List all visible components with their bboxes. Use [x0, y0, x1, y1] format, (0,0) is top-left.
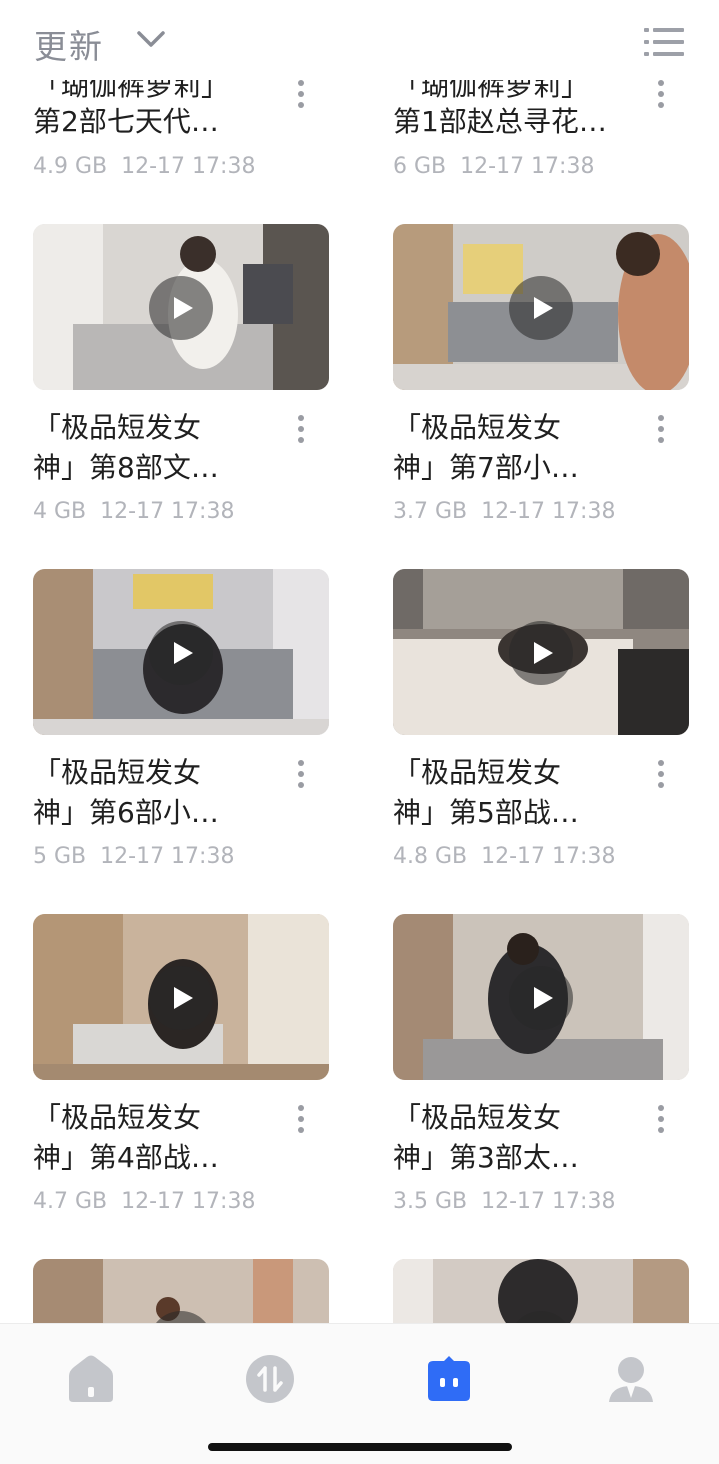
files-icon[interactable] — [424, 1354, 474, 1404]
video-thumbnail[interactable] — [33, 569, 329, 735]
file-time: 12-17 17:38 — [460, 154, 595, 179]
video-meta: 4.8 GB 12-17 17:38 — [393, 844, 615, 869]
more-icon[interactable] — [655, 760, 667, 794]
file-size: 5 GB — [33, 844, 87, 869]
more-icon[interactable] — [295, 760, 307, 794]
more-icon[interactable] — [655, 80, 667, 114]
file-time: 12-17 17:38 — [121, 154, 256, 179]
video-title-line2: 神」第8部文… — [33, 451, 219, 484]
video-title-line1: 「极品短发女 — [393, 411, 562, 444]
video-title-line2: 神」第7部小… — [393, 451, 579, 484]
more-icon[interactable] — [655, 1105, 667, 1139]
file-size: 4.7 GB — [33, 1189, 108, 1214]
file-size: 4 GB — [33, 499, 87, 524]
transfer-icon[interactable] — [245, 1354, 295, 1404]
play-icon[interactable] — [149, 276, 213, 340]
play-icon[interactable] — [509, 276, 573, 340]
file-time: 12-17 17:38 — [100, 499, 235, 524]
file-size: 4.8 GB — [393, 844, 468, 869]
top-bar: 更新 — [0, 0, 719, 80]
more-icon[interactable] — [295, 80, 307, 114]
video-meta: 6 GB 12-17 17:38 — [393, 154, 594, 179]
video-title-line1: 「极品短发女 — [33, 756, 202, 789]
video-grid[interactable]: 「瑚伽裤萝莉」 第2部七天代… 4.9 GB 12-17 17:38 「瑚伽裤萝莉… — [0, 0, 719, 1323]
video-title-line1: 「极品短发女 — [393, 756, 562, 789]
video-meta: 5 GB 12-17 17:38 — [33, 844, 234, 869]
sort-selector-label[interactable]: 更新 — [34, 20, 104, 68]
file-time: 12-17 17:38 — [100, 844, 235, 869]
video-title-line2: 神」第4部战… — [33, 1141, 219, 1174]
file-time: 12-17 17:38 — [481, 499, 616, 524]
video-meta: 4.9 GB 12-17 17:38 — [33, 154, 255, 179]
video-thumbnail[interactable] — [33, 1259, 329, 1323]
video-thumbnail[interactable] — [393, 569, 689, 735]
file-size: 3.5 GB — [393, 1189, 468, 1214]
home-icon[interactable] — [66, 1354, 116, 1404]
video-title-line2: 神」第5部战… — [393, 796, 579, 829]
more-icon[interactable] — [655, 415, 667, 449]
video-title-line2: 神」第6部小… — [33, 796, 219, 829]
video-meta: 4 GB 12-17 17:38 — [33, 499, 234, 524]
more-icon[interactable] — [295, 1105, 307, 1139]
video-thumbnail[interactable] — [33, 914, 329, 1080]
video-title-line1: 「极品短发女 — [393, 1101, 562, 1134]
video-title-line1: 「极品短发女 — [33, 411, 202, 444]
video-meta: 4.7 GB 12-17 17:38 — [33, 1189, 255, 1214]
more-icon[interactable] — [295, 415, 307, 449]
play-icon[interactable] — [509, 621, 573, 685]
file-time: 12-17 17:38 — [481, 1189, 616, 1214]
video-thumbnail[interactable] — [393, 224, 689, 390]
video-title-line1: 「极品短发女 — [33, 1101, 202, 1134]
play-icon[interactable] — [149, 966, 213, 1030]
video-title-line2: 第1部赵总寻花… — [393, 105, 607, 138]
file-size: 3.7 GB — [393, 499, 468, 524]
file-size: 6 GB — [393, 154, 447, 179]
video-title-line2: 第2部七天代… — [33, 105, 219, 138]
file-time: 12-17 17:38 — [481, 844, 616, 869]
home-indicator[interactable] — [208, 1443, 512, 1451]
list-view-icon[interactable] — [644, 26, 684, 58]
video-title-line2: 神」第3部太… — [393, 1141, 579, 1174]
video-thumbnail[interactable] — [393, 1259, 689, 1323]
profile-icon[interactable] — [606, 1354, 656, 1404]
file-size: 4.9 GB — [33, 154, 108, 179]
file-time: 12-17 17:38 — [121, 1189, 256, 1214]
video-meta: 3.7 GB 12-17 17:38 — [393, 499, 615, 524]
video-thumbnail[interactable] — [33, 224, 329, 390]
play-icon[interactable] — [509, 966, 573, 1030]
chevron-down-icon[interactable] — [136, 28, 166, 50]
play-icon[interactable] — [149, 621, 213, 685]
video-meta: 3.5 GB 12-17 17:38 — [393, 1189, 615, 1214]
video-thumbnail[interactable] — [393, 914, 689, 1080]
